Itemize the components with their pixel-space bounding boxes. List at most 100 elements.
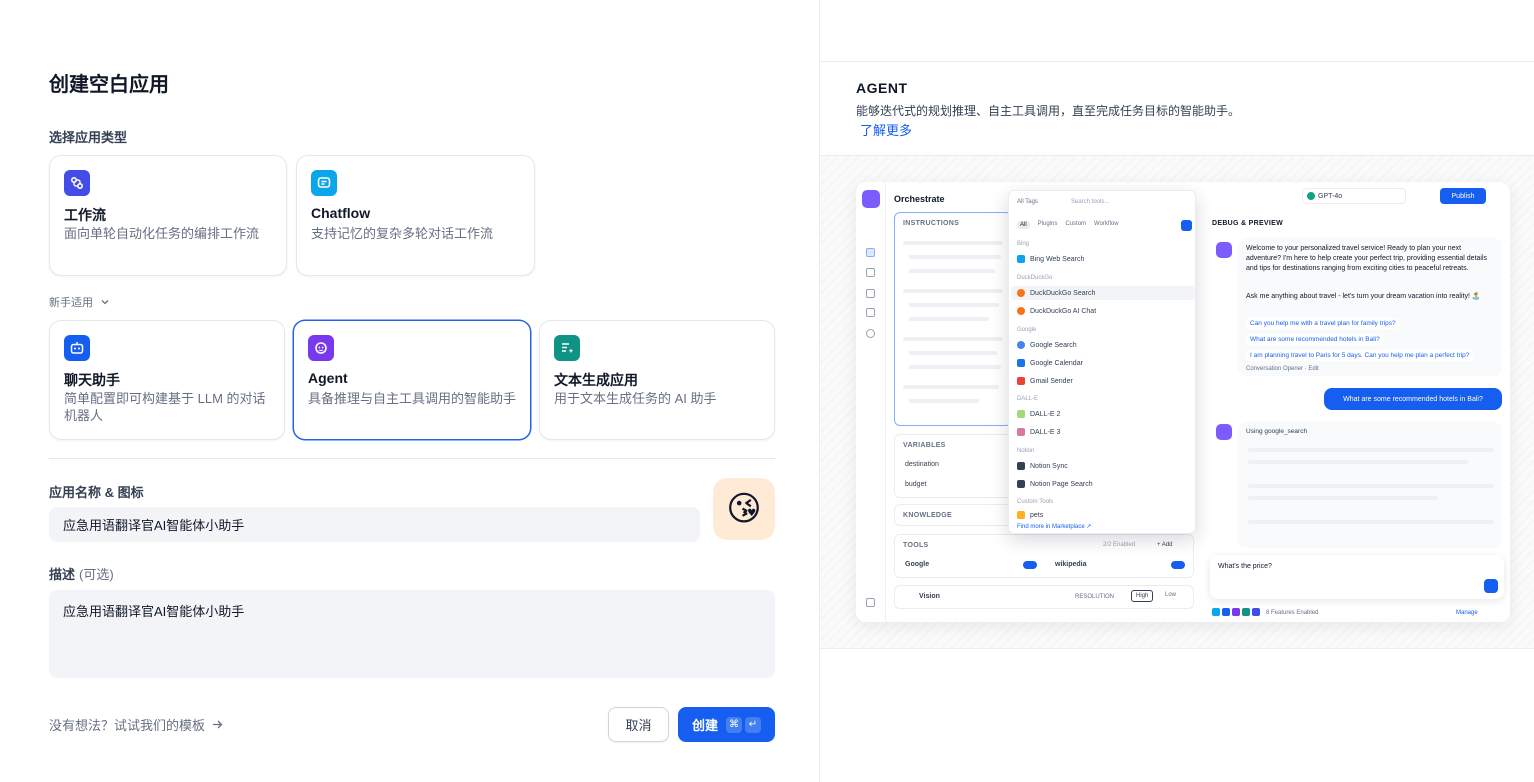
- select-type-label: 选择应用类型: [49, 130, 128, 145]
- app-type-chatflow-card[interactable]: Chatflow 支持记忆的复杂多轮对话工作流: [296, 155, 535, 276]
- description-label-text: 描述: [49, 567, 76, 582]
- app-type-desc: 用于文本生成任务的 AI 助手: [554, 391, 717, 406]
- mock-ask-text: Ask me anything about travel - let's tur…: [1246, 293, 1481, 300]
- app-type-agent-card[interactable]: Agent 具备推理与自主工具调用的智能助手: [293, 320, 531, 440]
- mock-vision-label: Vision: [919, 593, 940, 600]
- mock-tab: All: [1017, 221, 1030, 229]
- mock-nav-icon: [866, 268, 875, 277]
- mock-tools-enabled: 2/2 Enabled: [1103, 542, 1136, 548]
- mock-debug-panel: DEBUG & PREVIEW Welcome to your personal…: [1206, 212, 1506, 616]
- app-type-name: 聊天助手: [64, 372, 120, 388]
- preview-desc: 能够迭代式的规划推理、自主工具调用，直至完成任务目标的智能助手。: [856, 104, 1241, 118]
- mock-model-badge: GPT-4o: [1302, 188, 1406, 204]
- mock-group-label: Custom Tools: [1017, 499, 1054, 505]
- mock-send-icon: [1484, 579, 1498, 593]
- mock-tool-item: Google Calendar: [1017, 359, 1083, 367]
- mock-add-tool-icon: [1181, 220, 1192, 231]
- template-link[interactable]: 没有想法？试试我们的模板: [49, 715, 224, 734]
- mock-sidebar: [856, 182, 886, 622]
- app-type-desc: 面向单轮自动化任务的编排工作流: [64, 226, 260, 241]
- app-type-chat-assistant-card[interactable]: 聊天助手 简单配置即可构建基于 LLM 的对话机器人: [49, 320, 285, 440]
- preview-image-zone: Orchestrate INSTRUCTIONS VARIABLES desti…: [820, 155, 1534, 649]
- cancel-button[interactable]: 取消: [608, 707, 669, 742]
- app-type-name: 工作流: [64, 207, 106, 223]
- app-type-text-generation-card[interactable]: 文本生成应用 用于文本生成任务的 AI 助手: [539, 320, 775, 440]
- chevron-down-icon: [101, 300, 109, 305]
- create-button[interactable]: 创建 ⌘ ↵: [678, 707, 775, 742]
- description-textarea[interactable]: 应急用语翻译官AI智能体小助手: [49, 590, 775, 678]
- description-optional: (可选): [79, 567, 114, 582]
- learn-more-link[interactable]: 了解更多: [860, 120, 912, 139]
- mock-var-budget: budget: [905, 481, 927, 488]
- mock-tool-wikipedia: wikipedia: [1055, 561, 1087, 568]
- cmd-key-icon: ⌘: [726, 716, 742, 733]
- mock-skeleton: [909, 399, 979, 403]
- page-title: 创建空白应用: [49, 74, 169, 96]
- mock-resolution-label: RESOLUTION: [1075, 594, 1115, 600]
- mock-tab: Custom: [1065, 221, 1087, 227]
- mock-all-tags: All Tags: [1017, 199, 1038, 205]
- app-name-value: 应急用语翻译官AI智能体小助手: [63, 518, 245, 533]
- app-emoji: 😘: [726, 489, 762, 529]
- mock-skeleton: [903, 337, 1003, 341]
- mock-dropdown-tabs: All Plugins Custom Workflow: [1017, 221, 1119, 229]
- chatflow-icon: [311, 170, 337, 196]
- agent-icon: [308, 335, 334, 361]
- mock-nav-icon: [866, 329, 875, 338]
- mock-tab: Plugins: [1037, 221, 1058, 227]
- app-type-desc: 具备推理与自主工具调用的智能助手: [308, 391, 517, 406]
- app-type-name: Chatflow: [311, 205, 371, 221]
- mock-debug-title: DEBUG & PREVIEW: [1212, 220, 1284, 227]
- mock-publish-button: Publish: [1440, 188, 1486, 204]
- mock-chat-input: What's the price?: [1210, 555, 1504, 599]
- app-name-input[interactable]: 应急用语翻译官AI智能体小助手: [49, 507, 700, 542]
- mock-var-destination: destination: [905, 461, 939, 468]
- mock-vision-panel: Vision RESOLUTION High Low: [894, 585, 1194, 609]
- template-link-text: 没有想法？试试我们的模板: [49, 718, 206, 733]
- mock-user-message: What are some recommended hotels in Bali…: [1324, 388, 1502, 410]
- mock-skeleton: [903, 241, 1003, 245]
- mock-low-option: Low: [1165, 592, 1177, 598]
- mock-toggle: [1171, 561, 1185, 569]
- mock-tools-add: + Add: [1157, 542, 1173, 548]
- description-label: 描述 (可选): [49, 564, 114, 583]
- workflow-icon: [64, 170, 90, 196]
- description-value: 应急用语翻译官AI智能体小助手: [63, 604, 245, 619]
- create-app-pane: 创建空白应用 选择应用类型 工作流 面向单轮自动化任务的编排工作流 Chatfl…: [0, 0, 819, 782]
- mock-knowledge-title: KNOWLEDGE: [903, 512, 952, 519]
- create-button-label: 创建: [691, 718, 718, 733]
- app-type-workflow-card[interactable]: 工作流 面向单轮自动化任务的编排工作流: [49, 155, 287, 276]
- mock-tool-item: Notion Page Search: [1017, 480, 1093, 488]
- mock-toggle: [1023, 561, 1037, 569]
- mock-variables-title: VARIABLES: [903, 442, 946, 449]
- mock-skeleton: [1248, 520, 1494, 524]
- mock-nav-icon: [866, 248, 875, 257]
- mock-skeleton: [909, 303, 999, 307]
- mock-skeleton: [909, 351, 997, 355]
- mock-tab: Workflow: [1094, 221, 1119, 227]
- mock-features-enabled: 8 Features Enabled: [1266, 610, 1319, 616]
- preview-top-band: [820, 0, 1534, 62]
- mock-tool-item: DALL-E 3: [1017, 428, 1060, 436]
- mock-group-label: DALL-E: [1017, 396, 1039, 402]
- mock-tools-panel: TOOLS 2/2 Enabled + Add Google wikipedia: [894, 534, 1194, 578]
- mock-skeleton: [1248, 448, 1494, 452]
- beginner-toggle[interactable]: 新手适用: [49, 294, 111, 310]
- preview-title: AGENT: [856, 80, 908, 96]
- app-icon-picker[interactable]: 😘: [713, 478, 775, 540]
- mock-welcome-text: Welcome to your personalized travel serv…: [1246, 245, 1488, 272]
- mock-skeleton: [903, 289, 1003, 293]
- preview-pane: AGENT 能够迭代式的规划推理、自主工具调用，直至完成任务目标的智能助手。 了…: [819, 0, 1534, 782]
- mock-manage-link: Manage: [1456, 610, 1478, 616]
- mock-using-tool: Using google_search: [1246, 428, 1308, 435]
- mock-group-label: Bing: [1017, 241, 1030, 247]
- mock-tools-dropdown: All Tags Search tools... All Plugins Cus…: [1008, 190, 1196, 534]
- mock-model-name: GPT-4o: [1318, 192, 1343, 200]
- app-type-name: 文本生成应用: [554, 372, 638, 388]
- mock-skeleton: [1248, 484, 1494, 488]
- mock-instructions-title: INSTRUCTIONS: [903, 220, 960, 227]
- mock-skeleton: [1248, 460, 1468, 464]
- mock-instructions-panel: INSTRUCTIONS: [894, 212, 1012, 426]
- mock-opener: Conversation Opener · Edit: [1246, 366, 1319, 372]
- divider: [49, 458, 775, 459]
